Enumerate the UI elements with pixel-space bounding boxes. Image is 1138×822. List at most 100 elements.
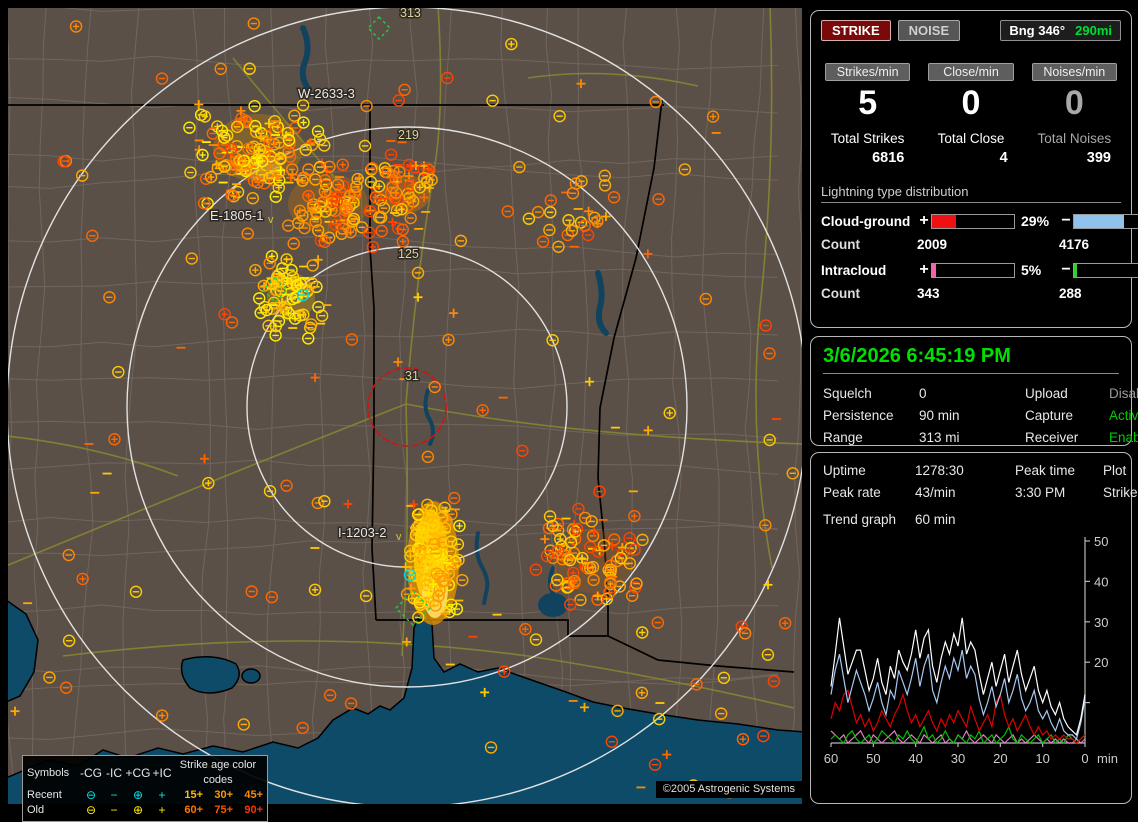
capture-value: Active xyxy=(1109,408,1138,423)
legend-neg-cg-label: -CG xyxy=(80,765,102,780)
range-ring-label: 31 xyxy=(405,369,419,383)
cg-positive-bar xyxy=(931,213,1015,229)
y-tick-label: 20 xyxy=(1094,655,1108,670)
cg-positive-count: 2009 xyxy=(917,237,948,252)
range-ring-label: 313 xyxy=(400,8,421,20)
trend-series-totalstrikes xyxy=(830,617,1086,737)
legend-age-value: 45+ xyxy=(244,789,263,801)
bearing-label: Bng 346° xyxy=(1009,23,1066,38)
range-ring-label: 219 xyxy=(398,128,419,142)
cg-positive-pct: 29% xyxy=(1021,213,1050,229)
trend-series-ic xyxy=(830,729,1086,744)
cg-count-label: Count xyxy=(821,237,860,252)
range-ring-label: 125 xyxy=(398,247,419,261)
legend-age-value: 30+ xyxy=(214,789,233,801)
x-tick-label: 40 xyxy=(908,751,922,766)
persistence-value: 90 min xyxy=(919,408,960,423)
total-close-value: 4 xyxy=(999,150,1008,166)
legend-symbol-icon: ⊖ xyxy=(85,803,97,817)
trend-series-cg xyxy=(830,649,1086,741)
strike-button[interactable]: STRIKE xyxy=(821,20,891,41)
legend-symbols-label: Symbols xyxy=(27,766,70,779)
legend-age-value: 75+ xyxy=(214,804,233,816)
legend-age-value: 90+ xyxy=(244,804,263,816)
datetime-display: 3/6/2026 6:45:19 PM xyxy=(823,343,1119,374)
uptime-value: 1278:30 xyxy=(915,463,964,478)
map-canvas[interactable]: 313 219 125 31 W-2633-3 E-1805-1 v I-1203-2 v xyxy=(8,8,802,804)
persistence-label: Persistence xyxy=(823,408,894,423)
trend-panel: Uptime 1278:30 Peak time Plot Peak rate … xyxy=(810,452,1138,804)
legend-header: Symbols -CG -IC +CG +IC Strike age color… xyxy=(27,758,263,788)
trend-graph-value: 60 min xyxy=(915,512,956,527)
ic-count-label: Count xyxy=(821,286,860,301)
legend-row-label: Old xyxy=(27,804,45,816)
trend-series-ic xyxy=(830,725,1086,745)
capture-label: Capture xyxy=(1025,408,1074,423)
close-per-min-value: 0 xyxy=(961,84,981,122)
range-label: Range xyxy=(823,430,863,445)
y-tick-label: 50 xyxy=(1094,534,1108,549)
cg-negative-bar xyxy=(1073,213,1138,229)
ic-negative-count: 288 xyxy=(1059,286,1082,301)
noises-per-min-value: 0 xyxy=(1064,84,1084,122)
uptime-label: Uptime xyxy=(823,463,866,478)
minus-sign: − xyxy=(1061,261,1071,278)
legend-row-old: Old ⊖ − ⊕ +60+ 75+ 90+ xyxy=(27,803,263,818)
strikes-per-min-value: 5 xyxy=(858,84,878,122)
station-label: I-1203-2 xyxy=(338,525,386,540)
legend-symbol-icon: ⊕ xyxy=(132,803,144,817)
plot-label: Plot xyxy=(1103,463,1127,478)
noise-button[interactable]: NOISE xyxy=(897,20,961,41)
peak-rate-label: Peak rate xyxy=(823,485,881,500)
legend-row-recent: Recent ⊖ − ⊕ +15+ 30+ 45+ xyxy=(27,788,263,803)
lightning-map[interactable]: 313 219 125 31 W-2633-3 E-1805-1 v I-1203-2 v Sy… xyxy=(8,8,802,822)
legend-symbol-icon: − xyxy=(110,803,118,817)
total-strikes-label: Total Strikes xyxy=(830,131,905,146)
legend-symbol-icon: ⊕ xyxy=(132,788,144,802)
noises-per-min-chip: Noises/min xyxy=(1031,63,1117,81)
status-panel: 3/6/2026 6:45:19 PM Squelch 0 Upload Dis… xyxy=(810,336,1138,446)
plus-sign: + xyxy=(919,261,929,278)
receiver-label: Receiver xyxy=(1025,430,1079,445)
legend-symbol-icon: − xyxy=(110,788,118,802)
legend-pos-cg-label: +CG xyxy=(125,765,151,780)
x-tick-label: 50 xyxy=(866,751,880,766)
x-tick-label: 30 xyxy=(951,751,965,766)
x-tick-label: 20 xyxy=(993,751,1007,766)
range-value: 313 mi xyxy=(919,430,960,445)
bearing-readout: Bng 346° 290mi xyxy=(1000,20,1121,41)
trend-graph-label: Trend graph xyxy=(823,512,897,527)
total-noises-label: Total Noises xyxy=(1037,131,1112,146)
squelch-label: Squelch xyxy=(823,386,872,401)
legend-symbol-icon: + xyxy=(158,788,166,802)
total-close-label: Total Close xyxy=(937,131,1005,146)
counters-panel: STRIKE NOISE Bng 346° 290mi Strikes/min 5… xyxy=(810,10,1138,328)
plot-value: Strike xyxy=(1103,485,1138,500)
station-label: E-1805-1 xyxy=(210,208,263,223)
total-noises-value: 399 xyxy=(1086,150,1111,166)
legend-symbol-icon: ⊖ xyxy=(85,788,97,802)
intracloud-label: Intracloud xyxy=(821,262,887,278)
y-tick-label: 40 xyxy=(1094,574,1108,589)
station-marker-icon: v xyxy=(268,214,274,226)
app-window: { "right_panel": { "buttons": {"strike":… xyxy=(0,0,1138,822)
strikes-per-min-chip: Strikes/min xyxy=(825,63,911,81)
ic-positive-pct: 5% xyxy=(1021,262,1042,278)
cloud-ground-label: Cloud-ground xyxy=(821,213,911,229)
y-tick-label: 30 xyxy=(1094,615,1108,630)
trend-graph: 50 40 30 20 60 50 40 30 20 10 0 min xyxy=(824,534,1118,766)
legend-pos-ic-label: +IC xyxy=(152,765,172,780)
station-marker-icon: v xyxy=(396,531,402,543)
ic-positive-bar xyxy=(931,262,1015,278)
x-tick-label: 10 xyxy=(1035,751,1049,766)
receiver-value: Enabled xyxy=(1109,430,1138,445)
x-axis-unit: min xyxy=(1097,751,1118,766)
cg-negative-count: 4176 xyxy=(1059,237,1090,252)
upload-label: Upload xyxy=(1025,386,1068,401)
minus-sign: − xyxy=(1061,212,1071,229)
legend-row-label: Recent xyxy=(27,789,62,801)
total-strikes-value: 6816 xyxy=(872,150,905,166)
peak-time-label: Peak time xyxy=(1015,463,1076,478)
plus-sign: + xyxy=(919,212,929,229)
peak-rate-value: 43/min xyxy=(915,485,956,500)
